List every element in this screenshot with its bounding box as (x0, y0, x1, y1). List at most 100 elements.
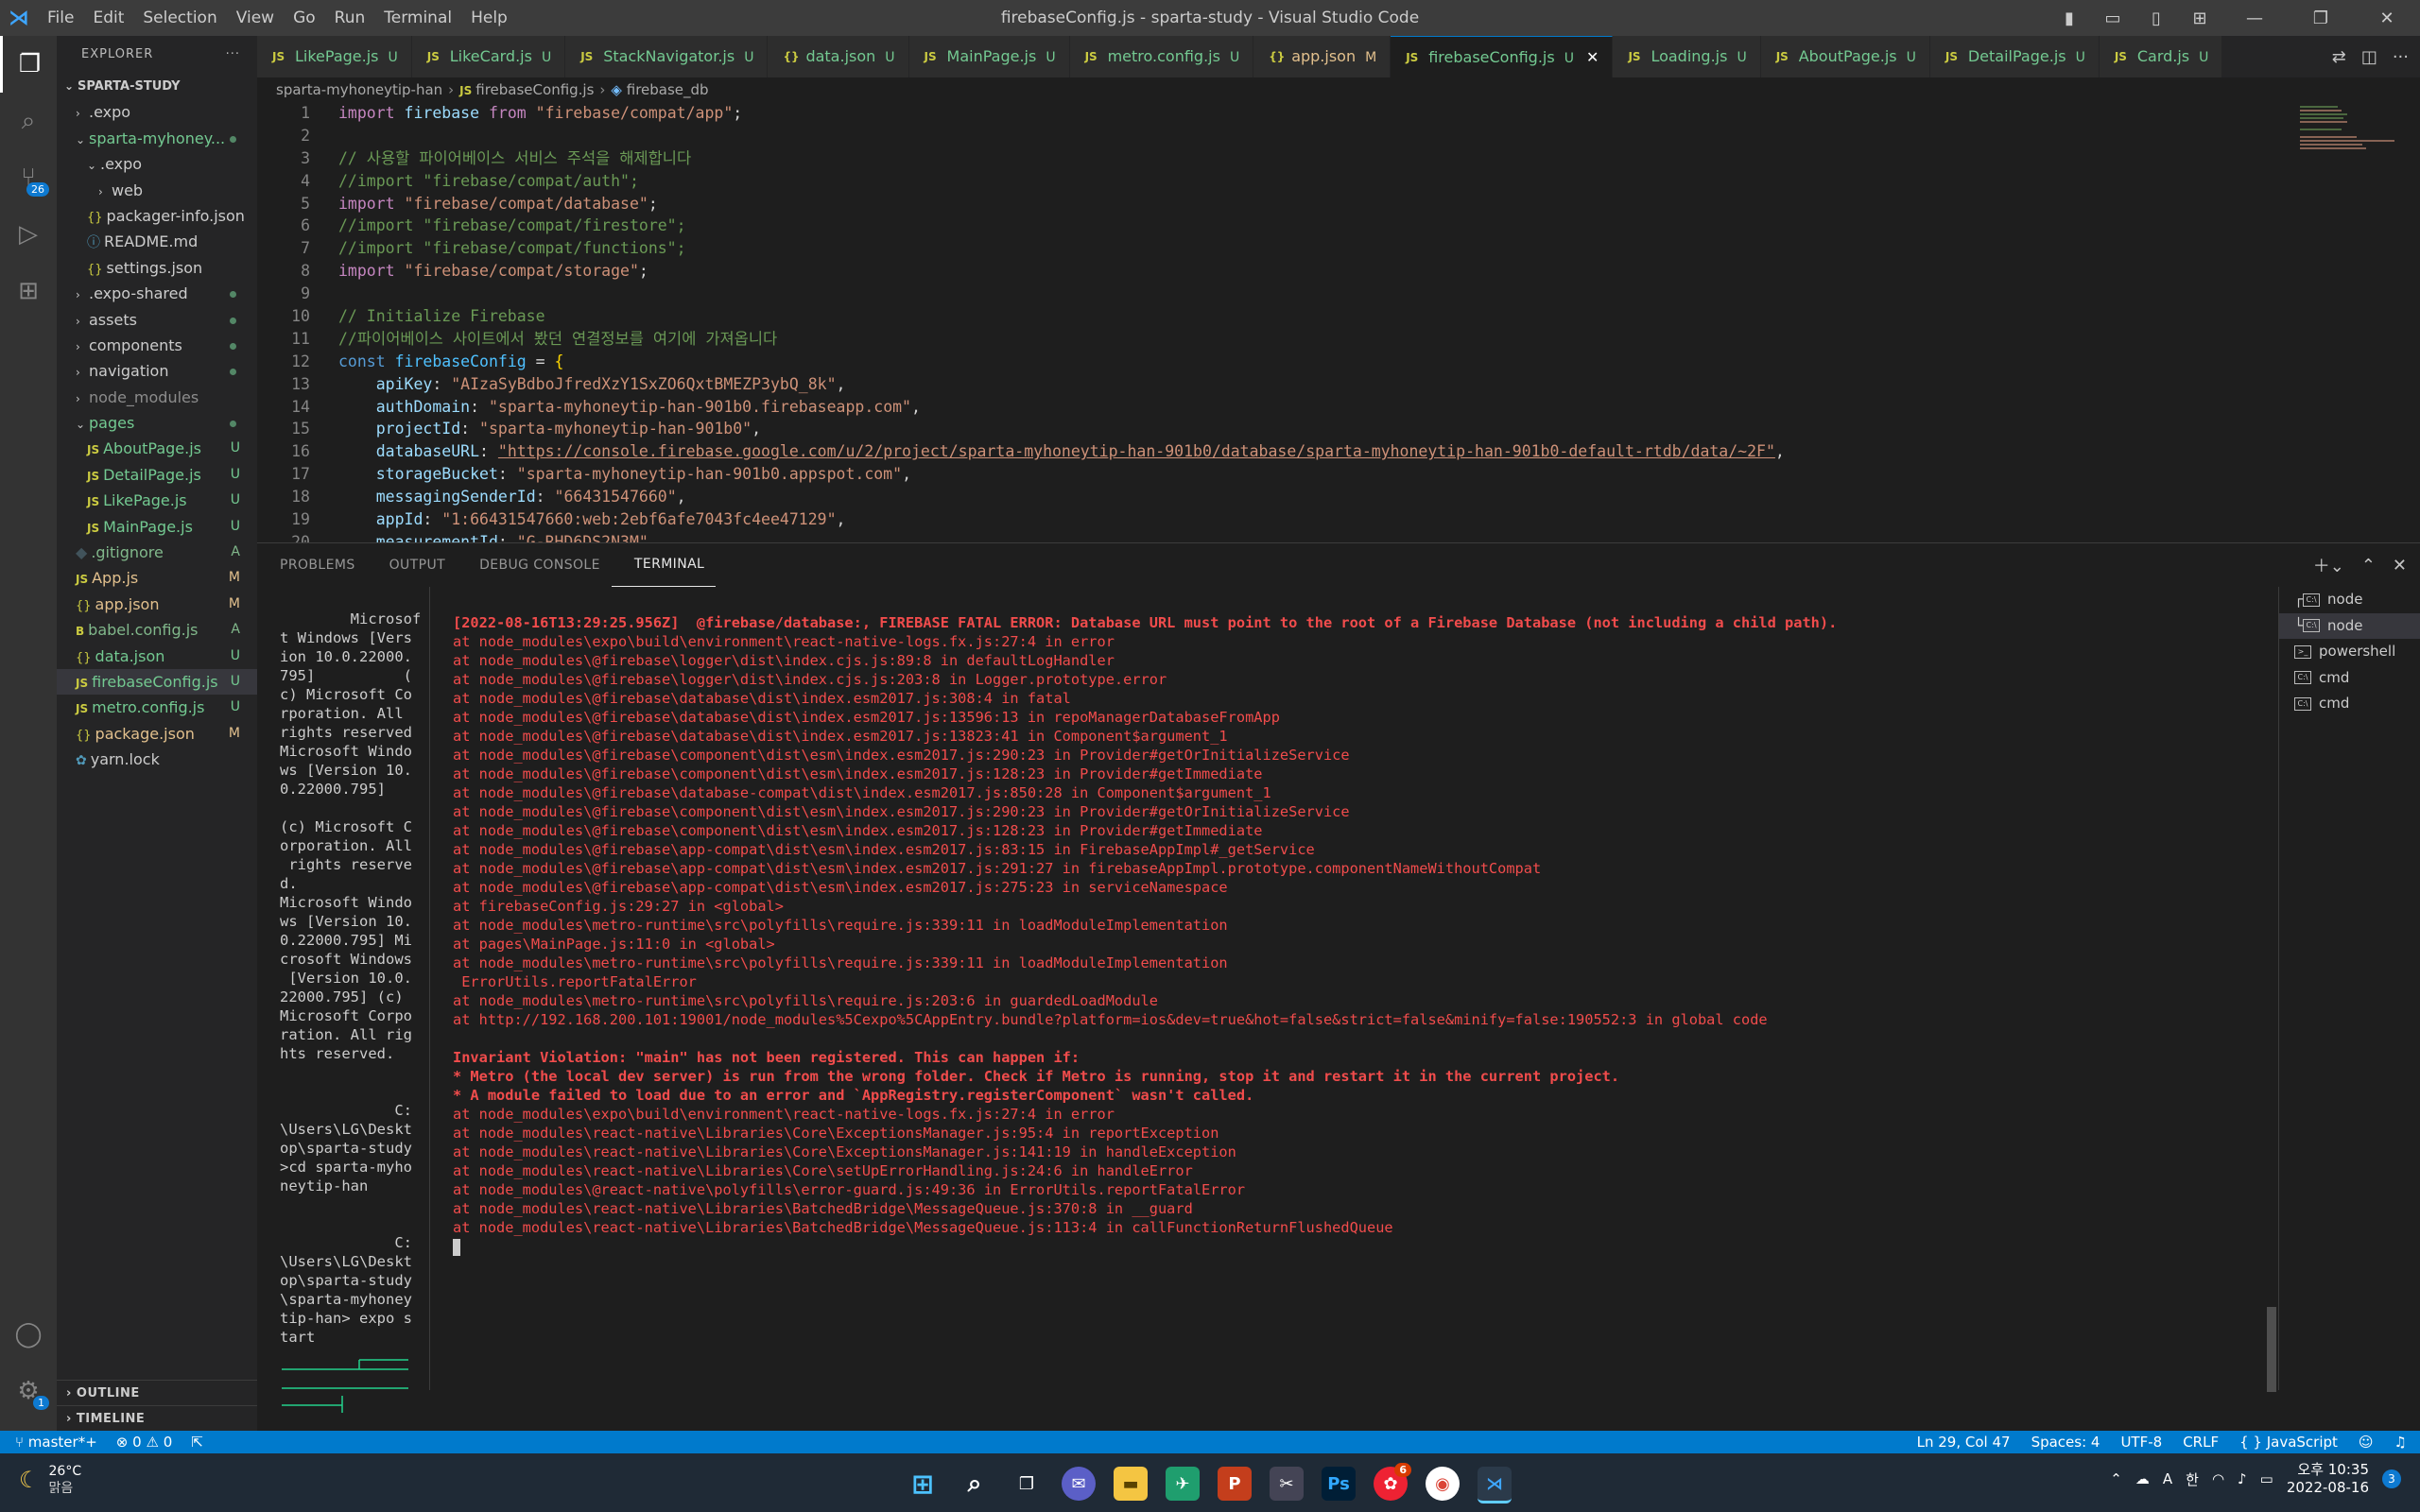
tab-terminal[interactable]: TERMINAL (611, 543, 717, 587)
menu-run[interactable]: Run (325, 0, 375, 36)
extensions-icon[interactable]: ⊞ (0, 263, 57, 319)
tab-data-json[interactable]: {} data.json U (768, 36, 909, 77)
tree-item[interactable]: › components (57, 333, 257, 358)
tab-loading-js[interactable]: JS Loading.js U (1613, 36, 1761, 77)
tree-item[interactable]: JS LikePage.js U (57, 488, 257, 513)
tree-item[interactable]: JS MainPage.js U (57, 514, 257, 540)
tree-item[interactable]: {} packager-info.json (57, 203, 257, 229)
start-icon[interactable]: ⊞ (906, 1467, 940, 1501)
tree-item[interactable]: JS metro.config.js U (57, 695, 257, 720)
app-icon[interactable]: ✈ (1166, 1467, 1200, 1501)
live-share-icon[interactable]: ⇱ (191, 1431, 203, 1453)
tab-firebaseconfig-js[interactable]: JS firebaseConfig.js U ✕ (1391, 36, 1614, 77)
terminal-list-item[interactable]: └ C:\ node (2279, 612, 2420, 639)
ime-indicator[interactable]: 한 (2186, 1469, 2199, 1489)
task-view-icon[interactable]: ❐ (1010, 1467, 1044, 1501)
tree-item[interactable]: ⌄ sparta-myhoney... (57, 126, 257, 151)
terminal-list-item[interactable]: C:\ cmd (2279, 665, 2420, 692)
terminal-output[interactable]: [2022-08-16T13:29:25.956Z] @firebase/dat… (453, 613, 2325, 1256)
tree-item[interactable]: › .expo-shared (57, 281, 257, 306)
more-actions-icon[interactable]: ··· (2393, 47, 2409, 67)
timeline-section[interactable]: › TIMELINE (57, 1405, 257, 1431)
minimap[interactable] (2292, 102, 2406, 542)
encoding[interactable]: UTF-8 (2120, 1431, 2162, 1453)
notification-count[interactable]: 3 (2382, 1469, 2401, 1488)
search-icon[interactable]: ⌕ (0, 93, 57, 149)
indentation[interactable]: Spaces: 4 (2031, 1431, 2100, 1453)
terminal-list-item[interactable]: C:\ cmd (2279, 691, 2420, 717)
terminal-scrollbar[interactable] (2267, 1307, 2276, 1392)
accounts-icon[interactable]: ◯ (0, 1306, 57, 1363)
menu-terminal[interactable]: Terminal (374, 0, 461, 36)
tab-app-json[interactable]: {} app.json M (1253, 36, 1392, 77)
tab-likepage-js[interactable]: JS LikePage.js U (257, 36, 412, 77)
clock[interactable]: 오후 10:35 2022-08-16 (2287, 1461, 2369, 1497)
tree-item[interactable]: JS firebaseConfig.js U (57, 668, 257, 696)
tree-item[interactable]: › navigation (57, 358, 257, 384)
chat-icon[interactable]: ✉ (1062, 1467, 1096, 1501)
menu-selection[interactable]: Selection (133, 0, 226, 36)
snipping-icon[interactable]: ✂ (1270, 1467, 1304, 1501)
terminal-list-item[interactable]: >_ powershell (2279, 639, 2420, 665)
compare-icon[interactable]: ⇄ (2332, 47, 2346, 67)
terminal-list-item[interactable]: ┌ C:\ node (2279, 587, 2420, 613)
tree-item[interactable]: ⌄ pages (57, 410, 257, 436)
tab-mainpage-js[interactable]: JS MainPage.js U (908, 36, 1070, 77)
taskbar-search-icon[interactable]: ⌕ (958, 1467, 992, 1501)
weather-widget[interactable]: ☾ 26°C 맑음 (19, 1463, 81, 1497)
toggle-panel-icon[interactable]: ▭ (2091, 9, 2135, 28)
tree-item[interactable]: Bbabel.config.js A (57, 617, 257, 643)
tree-item[interactable]: ⌄ .expo (57, 151, 257, 177)
tab-card-js[interactable]: JS Card.js U (2099, 36, 2223, 77)
split-editor-icon[interactable]: ◫ (2361, 47, 2377, 67)
vscode-taskbar-icon[interactable]: ⋊ (1478, 1467, 1512, 1503)
tree-item[interactable]: {} settings.json (57, 255, 257, 281)
menu-file[interactable]: File (38, 0, 83, 36)
code-property-value[interactable]: "https://console.firebase.google.com/u/2… (498, 442, 1775, 460)
tab-aboutpage-js[interactable]: JS AboutPage.js U (1760, 36, 1930, 77)
file-explorer-icon[interactable]: ▬ (1114, 1467, 1148, 1501)
run-debug-icon[interactable]: ▷ (0, 206, 57, 263)
powerpoint-icon[interactable]: P (1218, 1467, 1252, 1501)
tab-detailpage-js[interactable]: JS DetailPage.js U (1929, 36, 2100, 77)
source-control-icon[interactable]: ⑂ 26 (0, 149, 57, 206)
breadcrumb-folder[interactable]: sparta-myhoneytip-han (276, 81, 442, 98)
tree-item[interactable]: ✿ yarn.lock (57, 747, 257, 772)
settings-gear-icon[interactable]: ⚙ 1 (0, 1363, 57, 1419)
tree-item[interactable]: JS AboutPage.js U (57, 436, 257, 461)
workspace-root[interactable]: ⌄ SPARTA-STUDY (57, 74, 257, 99)
mail-app-icon[interactable]: ✿ 6 (1374, 1463, 1411, 1501)
chevron-up-icon[interactable]: ⌃ (2110, 1470, 2122, 1487)
tree-item[interactable]: › assets (57, 307, 257, 333)
font-icon[interactable]: A (2163, 1470, 2172, 1487)
menu-view[interactable]: View (227, 0, 284, 36)
maximize-panel-icon[interactable]: ⌃ (2361, 556, 2376, 576)
tab-output[interactable]: OUTPUT (367, 543, 457, 587)
language-mode[interactable]: { } JavaScript (2239, 1431, 2338, 1453)
feedback-icon[interactable]: ☺ (2359, 1431, 2374, 1453)
onedrive-sync-icon[interactable]: ☁ (2135, 1470, 2150, 1487)
code-editor[interactable]: 1 import firebase from "firebase/compat/a… (257, 102, 2384, 542)
tree-item[interactable]: {} data.json U (57, 644, 257, 669)
tab-metro-config-js[interactable]: JS metro.config.js U (1069, 36, 1254, 77)
tree-item[interactable]: › node_modules (57, 385, 257, 410)
close-window-button[interactable]: ✕ (2354, 9, 2420, 28)
close-tab-icon[interactable]: ✕ (1582, 48, 1599, 66)
chrome-icon[interactable]: ◉ (1426, 1467, 1460, 1501)
outline-section[interactable]: › OUTLINE (57, 1380, 257, 1405)
tab-stacknavigator-js[interactable]: JS StackNavigator.js U (565, 36, 769, 77)
toggle-secondary-sidebar-icon[interactable]: ▯ (2135, 9, 2178, 28)
tree-item[interactable]: JS App.js M (57, 565, 257, 591)
tree-item[interactable]: ◆ .gitignore A (57, 540, 257, 565)
battery-icon[interactable]: ▭ (2260, 1470, 2273, 1487)
breadcrumb-file[interactable]: firebaseConfig.js (475, 81, 594, 98)
menu-help[interactable]: Help (461, 0, 517, 36)
new-terminal-icon[interactable]: ＋⌄ (2313, 553, 2344, 577)
tree-item[interactable]: › .expo (57, 99, 257, 125)
tree-item[interactable]: {} package.json M (57, 721, 257, 747)
notifications-bell-icon[interactable]: ♫ (2394, 1431, 2407, 1453)
tab-problems[interactable]: PROBLEMS (257, 543, 367, 587)
close-panel-icon[interactable]: ✕ (2393, 556, 2407, 576)
tree-item[interactable]: › web (57, 178, 257, 203)
customize-layout-icon[interactable]: ⊞ (2178, 9, 2221, 28)
